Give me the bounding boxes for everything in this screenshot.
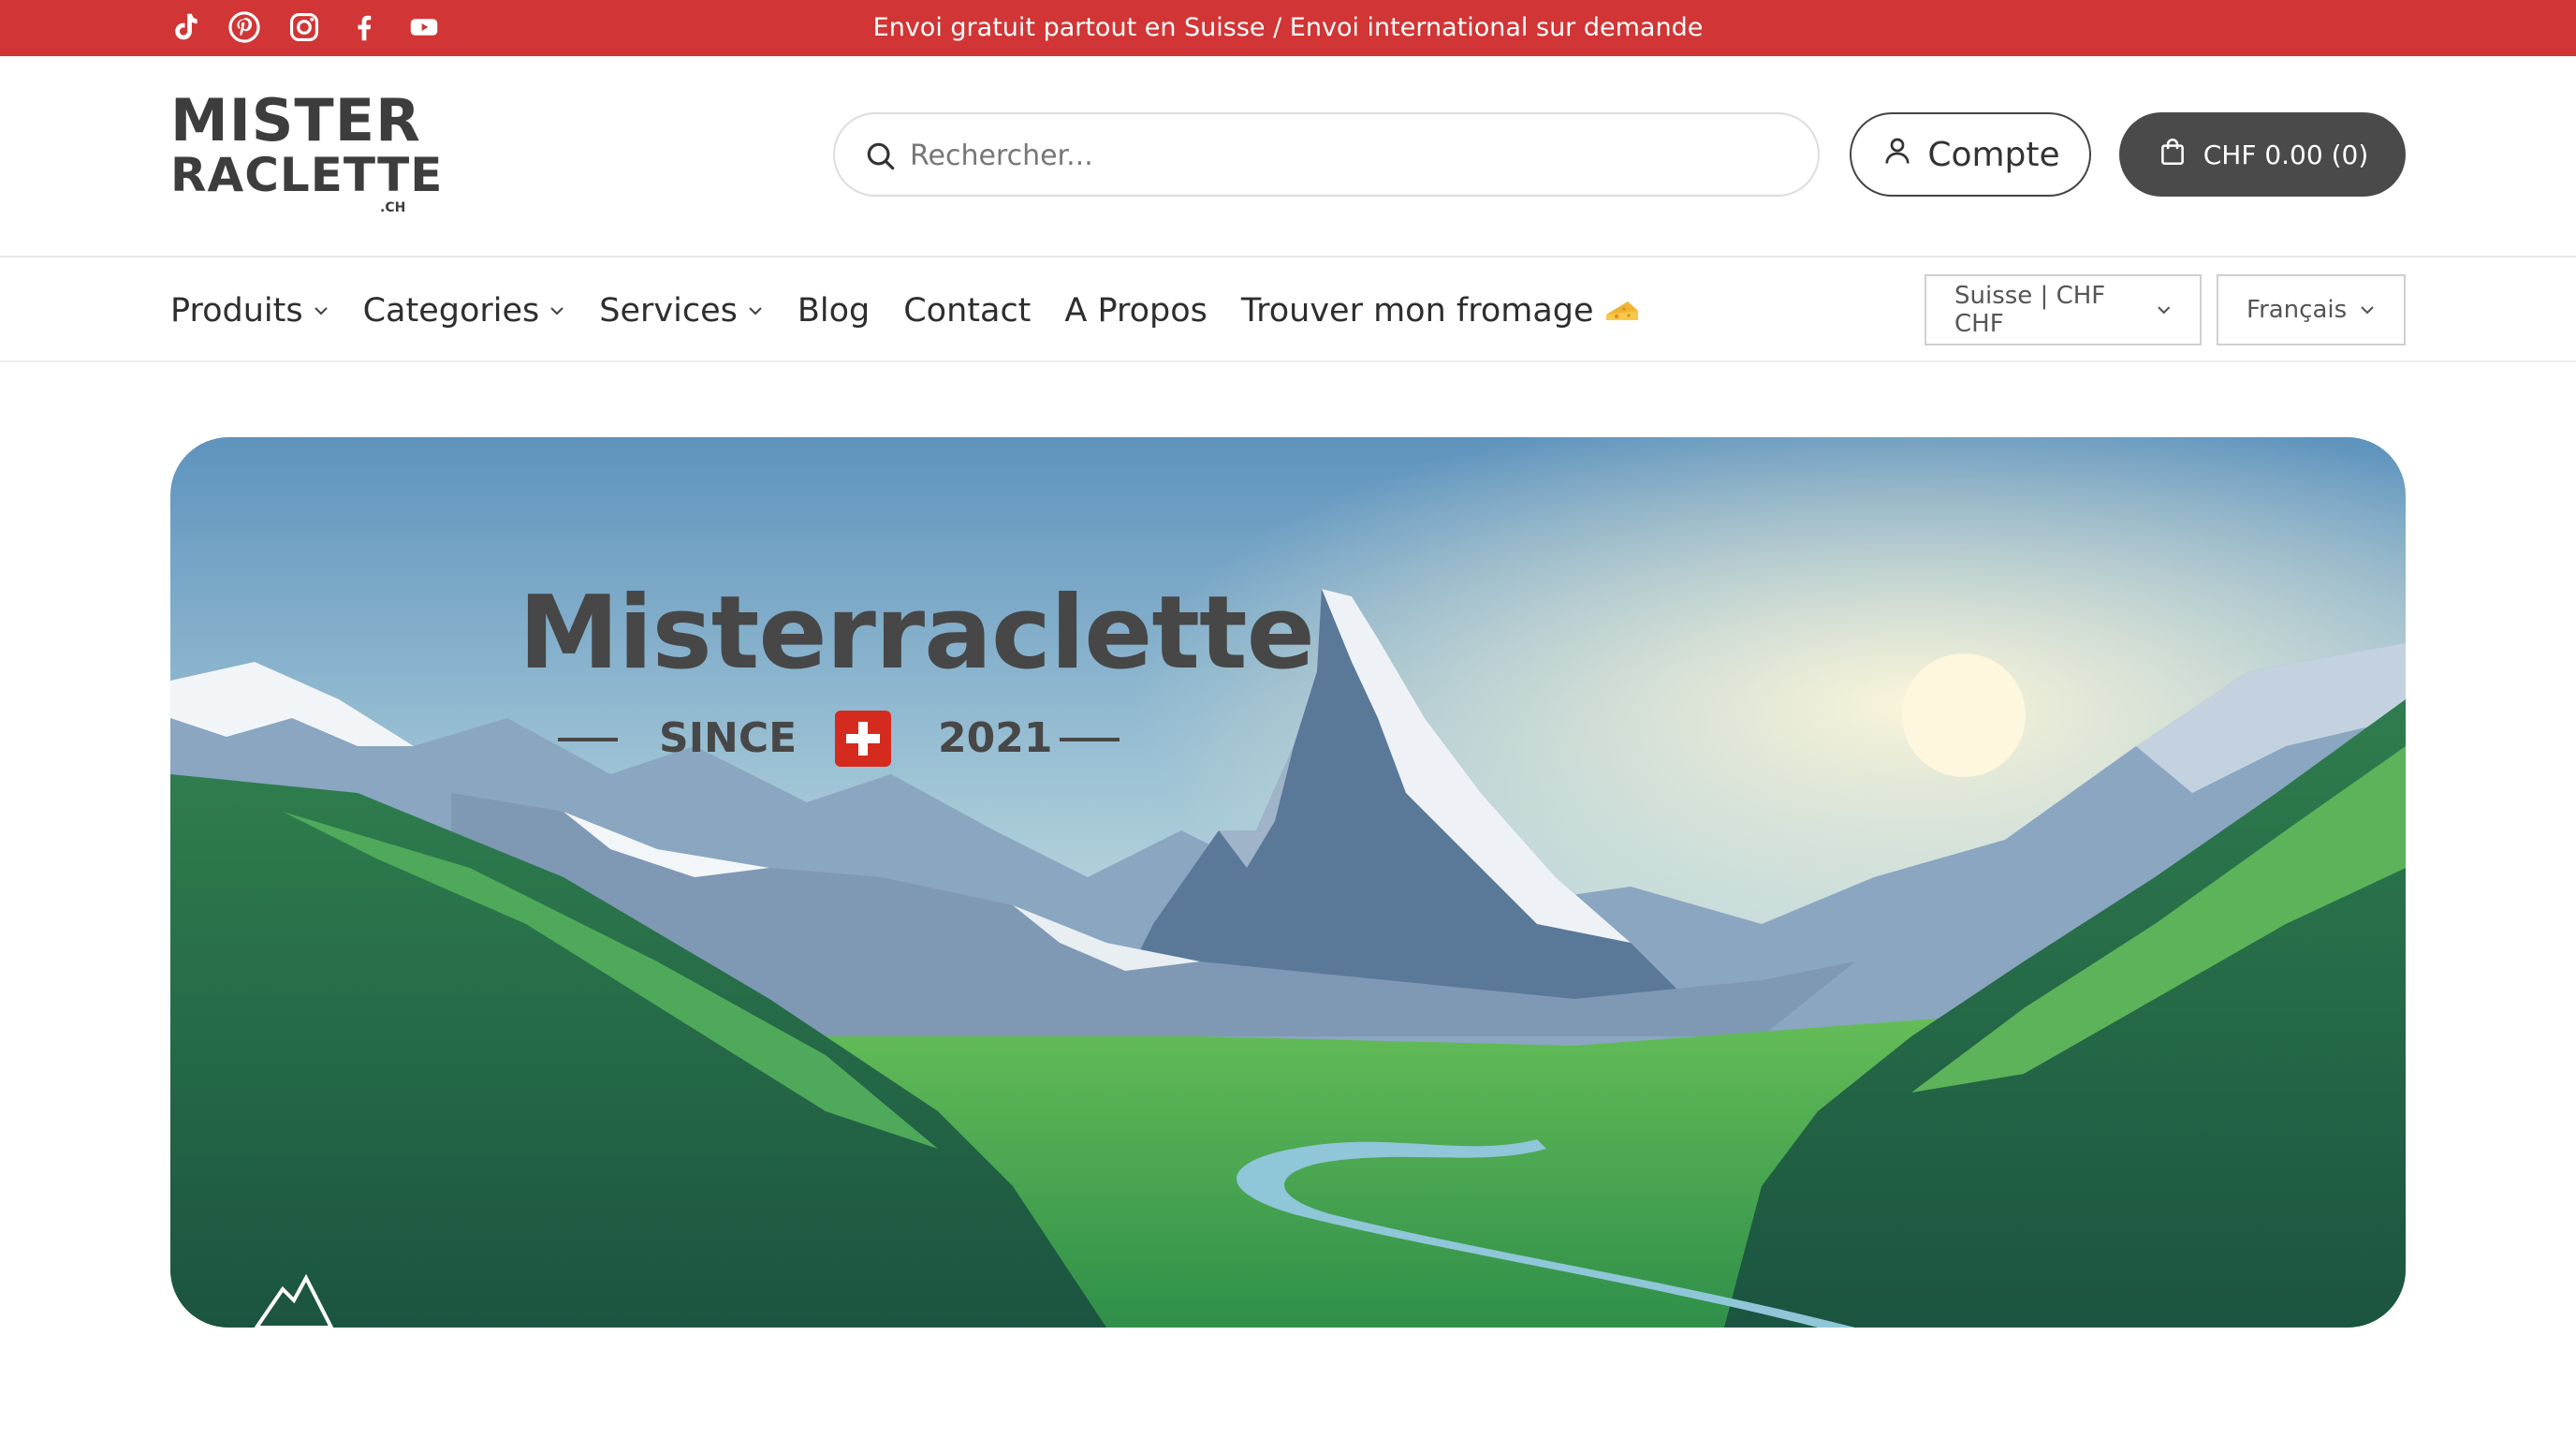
divider-line (1060, 738, 1120, 741)
search-bar (833, 112, 1820, 197)
nav-item-a-propos[interactable]: A Propos (1064, 292, 1207, 330)
user-icon (1881, 134, 1914, 176)
search-input[interactable] (910, 125, 1790, 185)
chevron-down-icon (550, 307, 564, 315)
logo-line-2: RACLETTE (170, 148, 444, 202)
facebook-icon[interactable] (346, 9, 382, 45)
chevron-down-icon (314, 307, 328, 315)
logo-suffix: .CH (380, 200, 406, 215)
logo-line-1: MISTER (170, 86, 421, 154)
cart-button[interactable]: CHF 0.00 (0) (2119, 112, 2406, 197)
nav-item-label: Blog (797, 292, 871, 330)
chevron-down-icon (2157, 306, 2170, 315)
cart-label: CHF 0.00 (0) (2203, 139, 2369, 170)
nav-item-label: Categories (362, 292, 540, 330)
site-logo[interactable]: MISTER RACLETTE .CH (170, 88, 442, 219)
language-select[interactable]: Français (2217, 274, 2406, 345)
instagram-icon[interactable] (286, 9, 322, 45)
social-links (167, 9, 442, 45)
swiss-flag-icon (835, 711, 891, 767)
nav-item-services[interactable]: Services (599, 292, 764, 330)
hero-title: Misterraclette (519, 575, 1315, 692)
nav-item-blog[interactable]: Blog (798, 292, 870, 330)
nav-item-contact[interactable]: Contact (903, 292, 1031, 330)
hero-banner[interactable]: Misterraclette SINCE 2021 (170, 437, 2406, 1328)
pinterest-icon[interactable] (227, 9, 262, 45)
nav-item-label: A Propos (1064, 292, 1208, 330)
tiktok-icon[interactable] (167, 9, 202, 45)
announcement-bar: Envoi gratuit partout en Suisse / Envoi … (0, 0, 2576, 56)
chevron-down-icon (2361, 306, 2374, 315)
language-value: Français (2247, 296, 2348, 324)
nav-item-trouver-mon-fromage[interactable]: Trouver mon fromage (1241, 292, 1641, 330)
nav-item-produits[interactable]: Produits (170, 292, 329, 330)
nav-item-categories[interactable]: Categories (363, 292, 566, 330)
chevron-down-icon (749, 307, 762, 315)
shopping-bag-icon (2157, 136, 2188, 174)
hero-landscape-image (170, 437, 2406, 1328)
nav-item-label: Contact (903, 292, 1032, 330)
since-year: 2021 (938, 714, 1053, 762)
nav-item-label: Produits (170, 292, 303, 330)
account-label: Compte (1927, 135, 2060, 174)
cheese-icon (1605, 301, 1638, 320)
nav-item-label: Trouver mon fromage (1240, 292, 1594, 330)
site-header: MISTER RACLETTE .CH Compte CHF 0.00 (0) (0, 56, 2576, 257)
divider-line (558, 738, 618, 741)
account-button[interactable]: Compte (1850, 112, 2091, 197)
since-label: SINCE (659, 714, 798, 762)
country-currency-select[interactable]: Suisse | CHF CHF (1925, 274, 2202, 345)
country-currency-value: Suisse | CHF CHF (1954, 282, 2106, 338)
main-navigation: Produits Categories Services Blog Contac… (0, 259, 2576, 362)
youtube-icon[interactable] (406, 9, 442, 45)
nav-item-label: Services (599, 292, 738, 330)
search-icon[interactable] (863, 139, 899, 174)
since-badge: SINCE 2021 (558, 709, 1120, 769)
